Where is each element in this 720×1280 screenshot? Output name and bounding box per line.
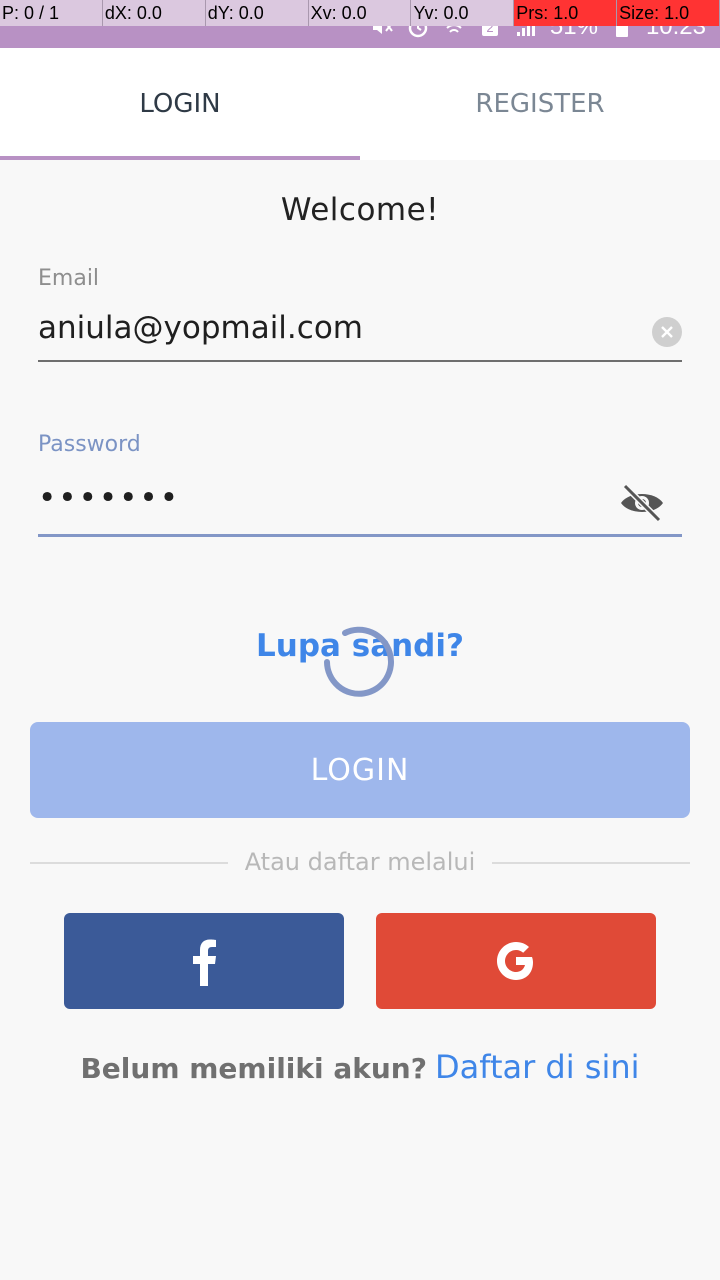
email-underline [38, 360, 682, 362]
close-icon [661, 326, 673, 338]
eye-off-icon [621, 483, 663, 523]
email-field[interactable]: aniula@yopmail.com [38, 310, 363, 346]
pointer-count: P: 0 / 1 [0, 0, 103, 26]
signup-question: Belum memiliki akun? [80, 1052, 427, 1085]
password-underline [38, 534, 682, 537]
password-field[interactable]: ••••••• [38, 480, 180, 516]
divider-right [492, 862, 690, 864]
signup-link[interactable]: Daftar di sini [435, 1048, 640, 1086]
tab-login[interactable]: LOGIN [0, 48, 360, 160]
google-icon [497, 942, 533, 980]
pointer-yv: Yv: 0.0 [411, 0, 515, 26]
tab-register[interactable]: REGISTER [360, 48, 720, 160]
signup-prompt: Belum memiliki akun? Daftar di sini [0, 1048, 720, 1086]
toggle-password-visibility-button[interactable] [618, 482, 666, 524]
facebook-login-button[interactable] [64, 913, 344, 1009]
pointer-size: Size: 1.0 [617, 0, 720, 26]
clear-email-button[interactable] [652, 317, 682, 347]
pointer-location-overlay: P: 0 / 1 dX: 0.0 dY: 0.0 Xv: 0.0 Yv: 0.0… [0, 0, 720, 26]
welcome-heading: Welcome! [280, 192, 440, 228]
email-label: Email [38, 266, 100, 291]
auth-tabs: LOGIN REGISTER [0, 48, 720, 160]
login-button[interactable]: LOGIN [30, 722, 690, 818]
tab-register-label: REGISTER [475, 89, 605, 119]
google-login-button[interactable] [376, 913, 656, 1009]
pointer-xv: Xv: 0.0 [308, 0, 412, 26]
pointer-dx: dX: 0.0 [102, 0, 206, 26]
pointer-pressure: Prs: 1.0 [514, 0, 618, 26]
tab-login-label: LOGIN [139, 89, 221, 119]
tab-indicator [0, 156, 360, 160]
pointer-dy: dY: 0.0 [205, 0, 309, 26]
login-button-label: LOGIN [310, 752, 410, 788]
password-label: Password [38, 432, 141, 457]
facebook-icon [193, 939, 216, 986]
loading-spinner [324, 626, 394, 697]
